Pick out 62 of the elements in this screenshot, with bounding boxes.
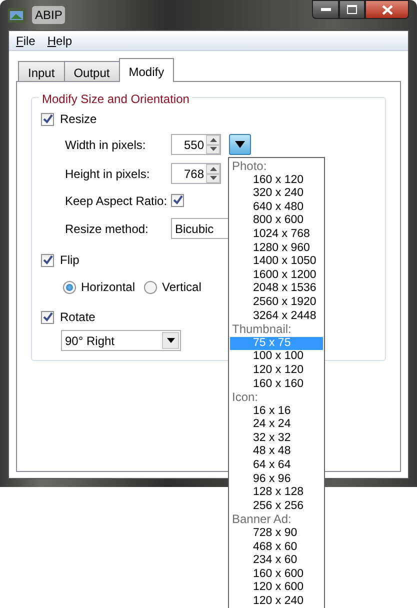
list-item[interactable]: 160 x 160 <box>230 378 323 392</box>
group-header: Icon: <box>231 391 260 405</box>
checkbox-label: Flip <box>60 252 80 269</box>
list-item[interactable]: 234 x 60 <box>230 554 323 568</box>
menu-item[interactable]: File <box>16 32 36 50</box>
checkbox-label: Resize <box>60 111 97 128</box>
checkbox[interactable] <box>41 310 54 324</box>
checkbox[interactable] <box>171 194 184 206</box>
dropdown-button[interactable] <box>229 134 251 155</box>
list-item[interactable]: 160 x 120 <box>230 174 323 188</box>
menu-item[interactable]: Help <box>47 32 72 50</box>
list-item[interactable]: 3264 x 2448 <box>230 310 323 324</box>
field-label: Width in pixels: <box>65 136 147 154</box>
minimize-button[interactable] <box>312 0 339 19</box>
field-label: Keep Aspect Ratio: <box>65 193 168 210</box>
checkbox-label: Rotate <box>60 309 96 326</box>
window-title: ABIP <box>32 6 66 24</box>
radio-button[interactable] <box>144 280 158 294</box>
list-item[interactable]: 96 x 96 <box>230 472 323 486</box>
list-item[interactable]: 1600 x 1200 <box>230 268 323 282</box>
group-header: Photo: <box>231 160 268 174</box>
minimize-icon <box>320 8 330 11</box>
group-header: Thumbnail: <box>231 323 292 337</box>
list-item[interactable]: 1280 x 960 <box>230 242 323 256</box>
field-label: Resize method: <box>65 220 150 238</box>
radio-label: Vertical <box>162 279 202 296</box>
tab[interactable]: Modify <box>118 58 174 82</box>
list-item[interactable]: 128 x 128 <box>230 486 323 500</box>
caret-icon <box>166 338 174 343</box>
field-label: Height in pixels: <box>65 166 151 182</box>
list-item[interactable]: 160 x 600 <box>230 568 323 582</box>
app-icon <box>8 8 26 22</box>
list-item[interactable]: 32 x 32 <box>230 432 323 446</box>
list-item[interactable]: 24 x 24 <box>230 418 323 432</box>
maximize-icon <box>347 5 357 14</box>
list-item[interactable]: 48 x 48 <box>230 445 323 460</box>
list-item[interactable]: 320 x 240 <box>230 187 323 201</box>
group-header: Banner Ad: <box>231 513 292 528</box>
maximize-button[interactable] <box>339 0 365 19</box>
list-item[interactable]: 120 x 600 <box>230 581 323 595</box>
checkbox[interactable] <box>41 112 54 126</box>
list-item[interactable]: 728 x 90 <box>230 527 323 541</box>
list-item[interactable]: 120 x 120 <box>230 364 323 378</box>
list-item[interactable]: 64 x 64 <box>230 459 323 473</box>
list-item[interactable]: 1400 x 1050 <box>230 255 323 269</box>
list-item[interactable]: 2048 x 1536 <box>230 282 323 296</box>
list-item[interactable]: 640 x 480 <box>230 200 323 214</box>
tab[interactable]: Output <box>64 61 120 81</box>
list-item[interactable]: 468 x 60 <box>230 540 323 554</box>
checkbox[interactable] <box>41 254 54 266</box>
radio-label: Horizontal <box>81 279 136 296</box>
radio-button[interactable] <box>63 280 76 294</box>
close-icon <box>382 4 392 14</box>
list-item[interactable]: 2560 x 1920 <box>230 296 323 310</box>
caret-icon <box>235 141 245 148</box>
list-item[interactable]: 120 x 240 <box>230 595 323 608</box>
list-item[interactable]: 256 x 256 <box>230 500 323 514</box>
close-button[interactable] <box>365 0 409 19</box>
rotate-combo[interactable]: 90° Right <box>61 330 181 351</box>
list-item[interactable]: 100 x 100 <box>230 350 323 364</box>
list-item[interactable]: 16 x 16 <box>230 404 323 418</box>
tab[interactable]: Input <box>18 61 65 81</box>
